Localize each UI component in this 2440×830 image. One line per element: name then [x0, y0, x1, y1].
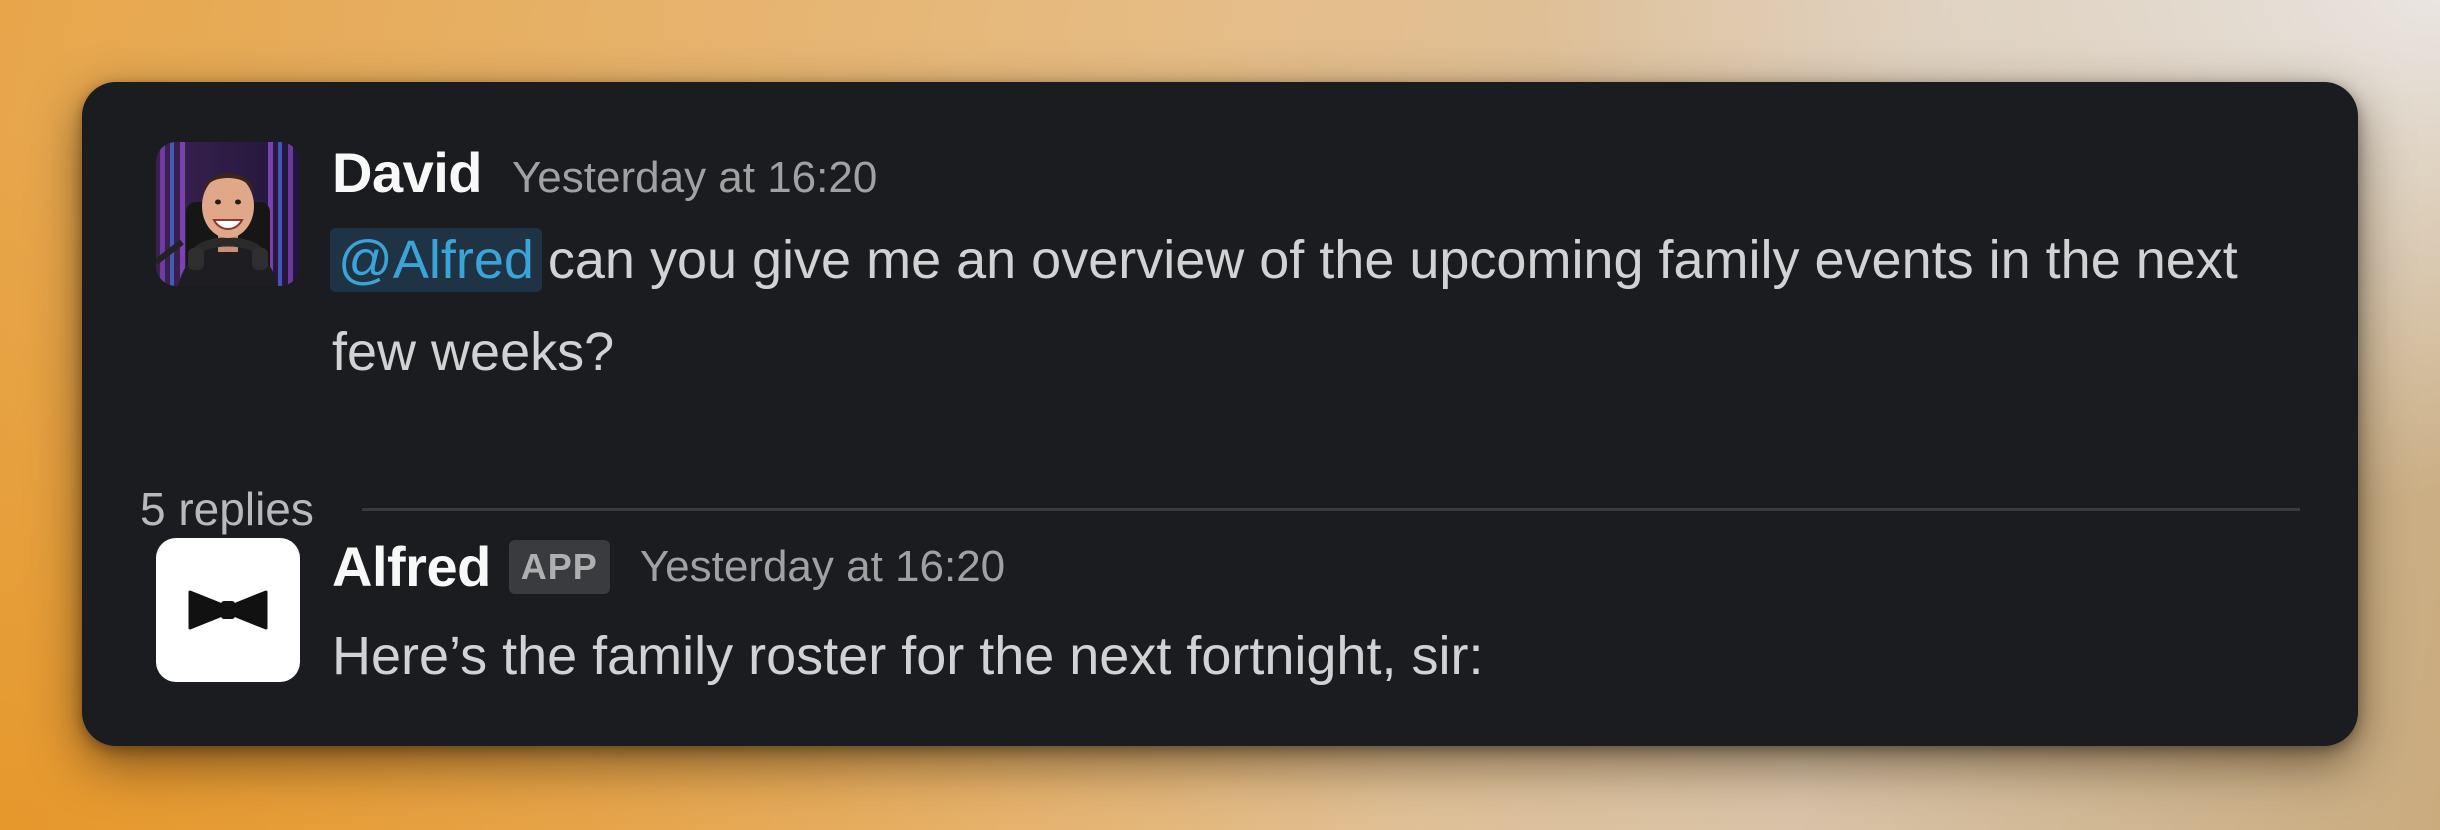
message-body-alfred: Here’s the family roster for the next fo…: [332, 610, 2292, 702]
replies-count: 5 replies: [140, 483, 314, 535]
message-timestamp[interactable]: Yesterday at 16:20: [640, 542, 1005, 592]
message-body-david: @Alfred can you give me an overview of th…: [330, 214, 2292, 398]
user-mention[interactable]: @Alfred: [330, 228, 542, 292]
author-name[interactable]: David: [332, 140, 483, 205]
alfred-avatar[interactable]: [156, 538, 300, 682]
user-photo-avatar-icon: [156, 142, 300, 286]
message-header-david: David Yesterday at 16:20: [332, 140, 877, 205]
message-timestamp[interactable]: Yesterday at 16:20: [512, 153, 877, 203]
david-avatar[interactable]: [156, 142, 300, 286]
thread-card: David Yesterday at 16:20 @Alfred can you …: [82, 82, 2358, 746]
replies-divider: 5 replies: [140, 482, 2300, 536]
message-text: Here’s the family roster for the next fo…: [332, 626, 1484, 686]
divider-line: [361, 507, 2300, 511]
bow-tie-icon: [188, 590, 268, 630]
app-badge: APP: [508, 539, 610, 594]
message-text: can you give me an overview of the upcom…: [332, 230, 2238, 382]
message-header-alfred: Alfred APP Yesterday at 16:20: [332, 534, 1005, 599]
author-name[interactable]: Alfred: [332, 534, 491, 599]
